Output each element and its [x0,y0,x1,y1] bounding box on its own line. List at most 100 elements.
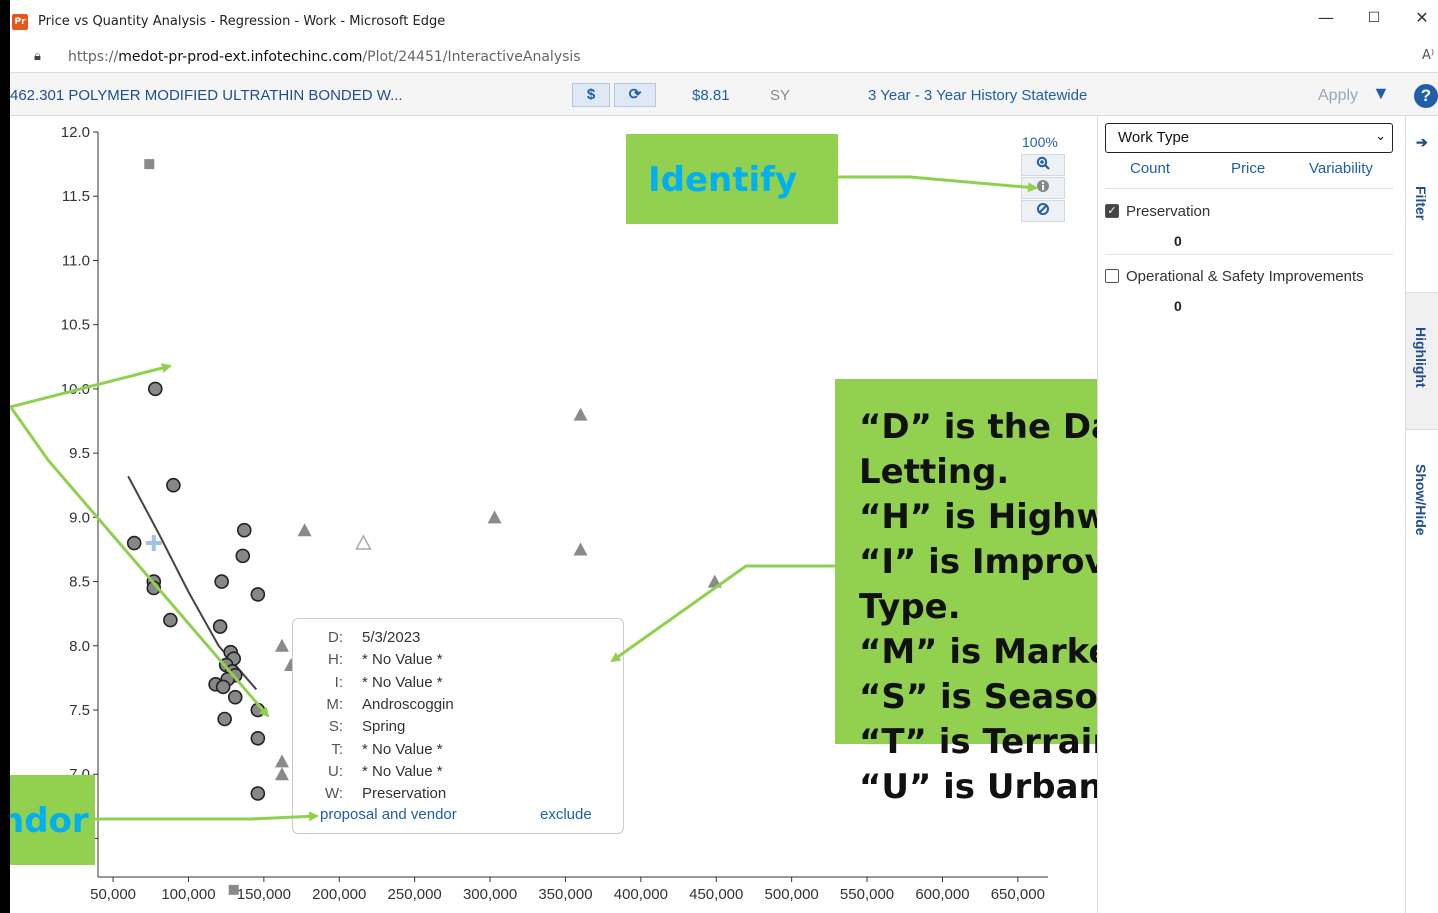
data-point-triangle-open [355,534,372,550]
data-point-circle [212,619,228,634]
side-tab-strip: ➔ Filter Highlight Show/Hide [1405,116,1438,913]
data-point-circle [166,477,181,493]
data-point-square [144,159,155,170]
exclude-link[interactable]: exclude [540,806,592,823]
y-tick-label: 10.0 [61,381,90,398]
y-tick-label: 7.5 [69,702,90,719]
data-point-circle [250,587,266,602]
tooltip-row-terrain: T: * No Value * [331,741,443,758]
data-point-triangle [707,574,722,588]
x-tick-label: 50,000 [90,886,136,903]
y-tick-label: 8.5 [69,574,90,591]
preservation-label: Preservation [1126,203,1211,220]
tab-count[interactable]: Count [1130,160,1170,177]
preservation-checkbox[interactable]: ✓ [1105,204,1119,218]
x-tick-label: 650,000 [991,886,1045,903]
read-aloud-icon[interactable]: A⁾ [1422,48,1434,63]
operational-safety-count: 0 [1174,298,1182,314]
minimize-button[interactable]: — [1314,8,1338,27]
data-point-circle [236,522,252,538]
analysis-toolbar: 462.301 POLYMER MODIFIED ULTRATHIN BONDE… [10,72,1438,116]
identify-icon[interactable] [1021,177,1065,199]
dollar-button[interactable]: $ [572,83,610,107]
tooltip-row-highway: H: * No Value * [328,651,443,668]
data-point-circle [126,535,142,551]
zoom-percent: 100% [1022,134,1058,150]
data-point-square [228,884,239,895]
identify-callout: Identify [626,134,838,224]
title-bar: Pr Price vs Quantity Analysis - Regressi… [10,0,1438,44]
data-point-circle [250,730,266,746]
x-tick-label: 350,000 [538,886,592,903]
x-tick-label: 250,000 [388,886,442,903]
data-point-triangle [274,638,289,652]
history-period-link[interactable]: 3 Year - 3 Year History Statewide [868,87,1087,104]
data-point-triangle [573,407,588,421]
point-info-tooltip: D: 5/3/2023 H: * No Value * I: * No Value *… [292,618,624,834]
reset-zoom-icon[interactable] [1021,200,1065,222]
data-point-triangle [487,510,502,524]
tooltip-row-season: S: Spring [328,718,406,735]
browser-window: Pr Price vs Quantity Analysis - Regressi… [10,0,1438,913]
tab-highlight[interactable]: Highlight [1406,292,1438,429]
y-tick-label: 11.0 [62,252,90,269]
scatter-plot-area[interactable]: 6.57.07.58.08.59.09.510.010.511.011.512.… [10,116,1327,913]
chevron-down-icon: ⌄ [1375,128,1386,143]
data-point-cross [145,535,162,552]
data-point-triangle [274,767,289,781]
x-tick-label: 550,000 [840,886,894,903]
divider [1105,254,1393,255]
y-tick-label: 9.0 [69,509,90,526]
data-point-triangle [274,754,289,768]
group-by-select[interactable]: Work Type ⌄ [1105,123,1393,153]
refresh-button[interactable]: ⟳ [614,83,656,107]
window-title: Price vs Quantity Analysis - Regression … [38,14,446,29]
tooltip-row-urban: U: * No Value * [328,763,443,780]
data-point-circle [146,580,162,596]
url-text[interactable]: https://medot-pr-prod-ext.infotechinc.co… [68,49,581,65]
x-tick-label: 500,000 [765,886,819,903]
proposal-vendor-link[interactable]: proposal and vendor [320,806,457,823]
y-tick-label: 12.0 [61,124,90,141]
apply-dropdown-icon[interactable]: ▼ [1372,83,1390,104]
address-bar[interactable]: 🔒︎ https://medot-pr-prod-ext.infotechinc… [10,44,1438,72]
tab-price[interactable]: Price [1231,160,1265,177]
data-point-circle [227,689,243,705]
data-point-triangle [573,542,588,556]
lock-icon: 🔒︎ [34,49,41,64]
help-icon[interactable]: ? [1414,84,1438,108]
data-point-circle [163,612,178,628]
divider [1105,188,1393,189]
tab-show-hide[interactable]: Show/Hide [1406,429,1438,569]
app-icon: Pr [12,14,28,30]
filter-panel: Work Type ⌄ Count Price Variability ✓ Pr… [1097,116,1406,913]
tooltip-row-date: D: 5/3/2023 [328,629,421,646]
zoom-in-icon[interactable] [1021,154,1065,176]
y-tick-label: 8.0 [69,638,90,655]
item-selector[interactable]: 462.301 POLYMER MODIFIED ULTRATHIN BONDE… [10,87,403,104]
data-point-triangle [297,523,312,537]
tab-variability[interactable]: Variability [1309,160,1373,177]
unit-price: $8.81 [692,87,730,104]
collapse-arrow-icon[interactable]: ➔ [1416,134,1428,151]
y-tick-label: 10.5 [61,317,90,334]
close-button[interactable]: ✕ [1410,8,1434,27]
data-point-circle [215,679,231,695]
data-point-circle [235,548,251,564]
apply-button[interactable]: Apply [1318,87,1358,105]
vendor-callout: ndor [10,775,95,865]
tooltip-row-worktype: W: Preservation [324,785,447,802]
data-point-circle [217,711,232,727]
maximize-button[interactable]: ☐ [1362,10,1386,26]
y-tick-label: 9.5 [69,445,90,462]
tooltip-row-market: M: Androscoggin [326,696,454,713]
x-tick-label: 450,000 [689,886,743,903]
y-tick-label: 11.5 [62,188,90,205]
tab-filter[interactable]: Filter [1406,156,1438,292]
data-point-circle [148,381,163,397]
operational-safety-checkbox[interactable] [1105,269,1119,283]
x-tick-label: 300,000 [463,886,517,903]
x-tick-label: 200,000 [312,886,366,903]
operational-safety-label: Operational & Safety Improvements [1126,268,1364,285]
unit-of-measure: SY [770,87,791,104]
